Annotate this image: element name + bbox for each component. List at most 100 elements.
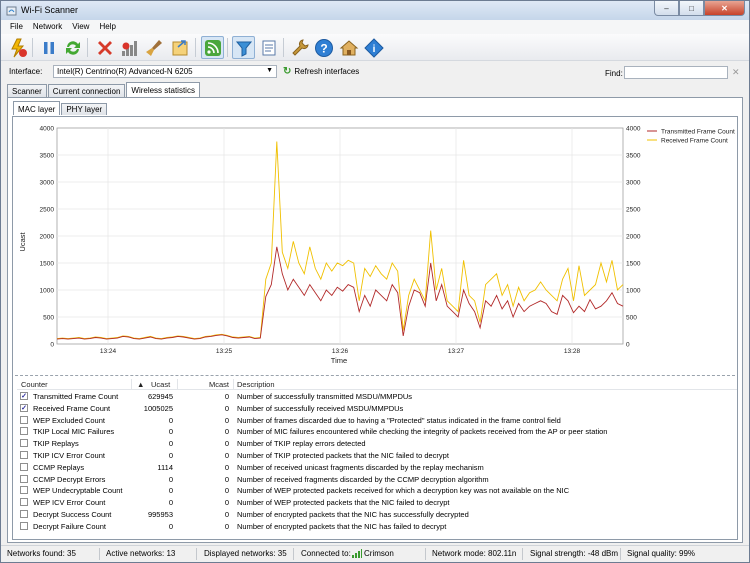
ucast-value: 995953 (147, 509, 173, 519)
row-checkbox[interactable] (20, 439, 28, 448)
find-label: Find: (605, 69, 623, 78)
counter-name: TKIP ICV Error Count (33, 450, 105, 460)
close-icon[interactable]: ✕ (732, 67, 740, 78)
chevron-down-icon: ▼ (266, 67, 273, 74)
list-item[interactable]: Decrypt Failure Count 0 0 Number of encrypt… (17, 520, 737, 532)
settings-wrench-icon[interactable] (288, 36, 311, 59)
counter-name: TKIP Local MIC Failures (33, 427, 115, 437)
signal-bars-icon (352, 549, 362, 560)
close-button[interactable]: ✕ (704, 1, 745, 16)
ucast-value: 0 (168, 498, 173, 508)
find-input[interactable] (624, 66, 728, 79)
list-item[interactable]: WEP Undecryptable Count 0 0 Number of WEP p… (17, 484, 737, 496)
list-item[interactable]: WEP ICV Error Count 0 0 Number of WEP prote… (17, 496, 737, 508)
connected-to-label: Connected to: (301, 549, 351, 558)
y-tick-label-right: 2000 (626, 234, 641, 241)
row-checkbox[interactable] (20, 450, 28, 459)
x-tick-label: 13:27 (448, 348, 465, 355)
splitter[interactable] (15, 375, 735, 376)
tab-current-connection[interactable]: Current connection (47, 84, 126, 97)
y-axis-left: 0 500 1000 1500 2000 2500 3000 3500 4000 (40, 126, 55, 349)
row-checkbox[interactable] (20, 521, 28, 530)
row-checkbox[interactable] (20, 462, 28, 471)
column-ucast[interactable]: Ucast (151, 380, 170, 389)
x-axis: 13:24 13:25 13:26 13:27 13:28 (100, 348, 581, 355)
row-checkbox[interactable]: ✓ (20, 403, 28, 412)
filter-icon[interactable] (232, 36, 255, 59)
list-item[interactable]: CCMP Replays 1114 0 Number of received unic… (17, 461, 737, 473)
signal-strength: Signal strength: -48 dBm (530, 549, 619, 558)
counter-name: Transmitted Frame Count (33, 392, 119, 401)
list-item[interactable]: TKIP Replays 0 0 Number of TKIP replay erro… (17, 437, 737, 449)
mcast-value: 0 (224, 439, 229, 449)
menu-view[interactable]: View (67, 20, 94, 34)
row-checkbox[interactable] (20, 498, 28, 507)
row-checkbox[interactable] (20, 415, 28, 424)
tab-mac-layer[interactable]: MAC layer (13, 101, 61, 115)
x-tick-label: 13:25 (216, 348, 233, 355)
list-item[interactable]: ✓ Received Frame Count 1005025 0 Number of s… (17, 402, 737, 414)
rss-feed-icon[interactable] (201, 36, 224, 59)
list-item[interactable]: CCMP Decrypt Errors 0 0 Number of received … (17, 473, 737, 485)
counter-description: Number of successfully received MSDU/MMP… (237, 403, 404, 413)
menu-network[interactable]: Network (28, 20, 67, 34)
maximize-button[interactable]: □ (679, 1, 704, 16)
pause-icon[interactable] (37, 36, 60, 59)
y-tick-label-right: 1500 (626, 261, 641, 268)
row-checkbox[interactable] (20, 509, 28, 518)
tab-phy-layer[interactable]: PHY layer (61, 103, 108, 115)
export-icon[interactable] (168, 36, 191, 59)
column-counter[interactable]: Counter (21, 380, 48, 389)
counter-description: Number of TKIP replay errors detected (237, 439, 366, 449)
column-description[interactable]: Description (237, 380, 275, 389)
help-icon[interactable]: ? (312, 36, 335, 59)
ucast-value: 0 (168, 439, 173, 449)
refresh-icon[interactable] (61, 36, 84, 59)
toolbar: ? i (1, 34, 749, 61)
counter-list: ✓ Transmitted Frame Count 629945 0 Number of… (17, 390, 737, 532)
row-checkbox[interactable]: ✓ (20, 392, 28, 400)
list-item[interactable]: TKIP ICV Error Count 0 0 Number of TKIP pro… (17, 449, 737, 461)
mcast-value: 0 (224, 486, 229, 496)
list-item[interactable]: TKIP Local MIC Failures 0 0 Number of MIC f… (17, 425, 737, 437)
info-icon[interactable]: i (362, 36, 385, 59)
clear-icon[interactable] (143, 36, 166, 59)
row-checkbox[interactable] (20, 474, 28, 483)
tab-wireless-statistics[interactable]: Wireless statistics (126, 82, 200, 97)
connected-network: Crimson (364, 549, 394, 558)
interface-label: Interface: (9, 67, 43, 76)
menu-help[interactable]: Help (94, 20, 120, 34)
menu-file[interactable]: File (5, 20, 28, 34)
counter-name: CCMP Decrypt Errors (33, 474, 106, 484)
row-checkbox[interactable] (20, 427, 28, 436)
counter-name: CCMP Replays (33, 462, 85, 472)
interface-row: Interface: Intel(R) Centrino(R) Advanced… (1, 61, 749, 83)
column-mcast[interactable]: Mcast (209, 380, 229, 389)
start-scan-icon[interactable] (7, 36, 30, 59)
counter-description: Number of frames discarded due to having… (237, 415, 561, 425)
refresh-interfaces-button[interactable]: ↻ Refresh interfaces (283, 66, 359, 77)
ucast-value: 0 (168, 427, 173, 437)
row-checkbox[interactable] (20, 486, 28, 495)
counter-list-header: Counter ▲ Ucast Mcast Description (17, 379, 737, 390)
list-item[interactable]: WEP Excluded Count 0 0 Number of frames dis… (17, 414, 737, 426)
counter-name: WEP ICV Error Count (33, 498, 106, 508)
home-icon[interactable] (337, 36, 360, 59)
y-tick-label: 2000 (40, 234, 55, 241)
list-item[interactable]: Decrypt Success Count 995953 0 Number of en… (17, 508, 737, 520)
counter-name: Decrypt Success Count (33, 509, 112, 519)
status-bar: Networks found: 35 Active networks: 13 D… (1, 545, 749, 562)
notes-icon[interactable] (257, 36, 280, 59)
interface-select[interactable]: Intel(R) Centrino(R) Advanced-N 6205 ▼ (53, 65, 277, 78)
y-tick-label: 500 (43, 315, 54, 322)
signal-bars-icon[interactable] (118, 36, 141, 59)
tab-scanner[interactable]: Scanner (7, 84, 47, 97)
y-tick-label: 2500 (40, 207, 55, 214)
y-tick-label: 0 (50, 342, 54, 349)
list-item[interactable]: ✓ Transmitted Frame Count 629945 0 Number of… (17, 390, 737, 402)
interface-selected-value: Intel(R) Centrino(R) Advanced-N 6205 (57, 67, 193, 76)
y-tick-label: 3500 (40, 153, 55, 160)
minimize-button[interactable]: – (654, 1, 679, 16)
counter-name: Received Frame Count (33, 403, 111, 413)
delete-icon[interactable] (93, 36, 116, 59)
